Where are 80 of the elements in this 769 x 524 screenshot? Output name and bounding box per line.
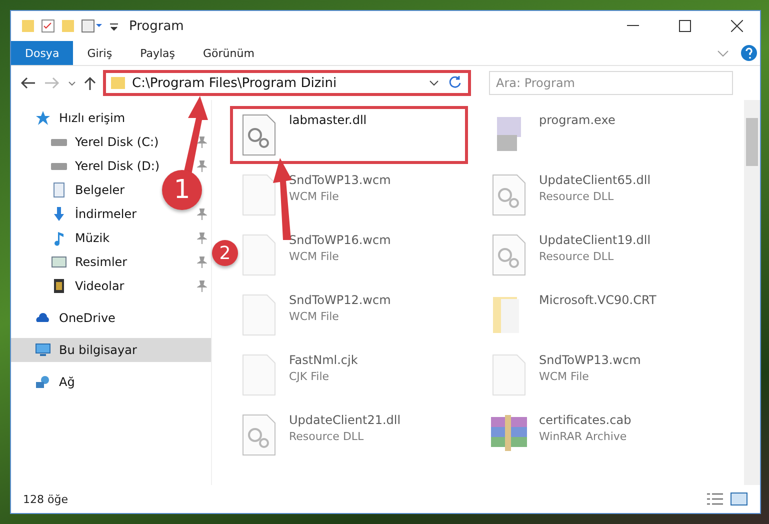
drive-icon: [51, 138, 67, 146]
thumbnail-view-icon[interactable]: [730, 492, 748, 506]
sidebar-item[interactable]: Ağ: [11, 370, 81, 394]
scrollbar[interactable]: [744, 100, 760, 485]
sidebar-label: Videolar: [75, 279, 124, 293]
film-icon: [51, 278, 67, 294]
folder-icon: [21, 19, 35, 33]
ribbon-tab[interactable]: Giriş: [73, 41, 126, 65]
file-name: program.exe: [539, 113, 616, 127]
ribbon-tab[interactable]: Paylaş: [126, 41, 189, 65]
file-type: Resource DLL: [289, 430, 365, 443]
search-field[interactable]: Ara: Program: [489, 71, 733, 95]
back-arrow-icon[interactable]: [19, 76, 37, 90]
pin-icon[interactable]: [197, 256, 207, 268]
window-title: Program: [129, 18, 184, 34]
file-type: WCM File: [289, 250, 340, 263]
details-view-icon[interactable]: [706, 492, 724, 506]
sidebar-item[interactable]: Müzik: [11, 226, 116, 250]
network-icon: [35, 374, 51, 390]
folder-icon: [110, 76, 126, 90]
sidebar-item[interactable]: OneDrive: [11, 306, 122, 330]
file-type: WinRAR Archive: [539, 430, 628, 443]
file-name: SndToWP13.wcm: [289, 173, 391, 187]
sidebar-label: İndirmeler: [75, 207, 137, 221]
file-name: UpdateClient19.dll: [539, 233, 651, 247]
file-name: labmaster.dll: [289, 113, 367, 127]
sidebar-label: Ağ: [59, 375, 75, 389]
ribbon-tab[interactable]: Görünüm: [189, 41, 268, 65]
file-name: SndToWP16.wcm: [289, 233, 391, 247]
sidebar-label: Müzik: [75, 231, 110, 245]
file-type: WCM File: [289, 310, 340, 323]
file-name: FastNml.cjk: [289, 353, 358, 367]
minimize-icon: [627, 25, 639, 27]
file-type: Resource DLL: [539, 190, 615, 203]
sidebar-item[interactable]: İndirmeler: [11, 202, 143, 226]
sidebar-label: Yerel Disk (D:): [75, 159, 160, 173]
file-name: certificates.cab: [539, 413, 632, 427]
sidebar-label: Hızlı erişim: [59, 111, 126, 125]
file-name: SndToWP12.wcm: [289, 293, 391, 307]
monitor-icon: [35, 342, 51, 358]
sidebar-item[interactable]: Bu bilgisayar: [11, 338, 211, 362]
pin-icon[interactable]: [197, 280, 207, 292]
sidebar-item[interactable]: Belgeler: [11, 178, 131, 202]
sidebar-item[interactable]: Yerel Disk (C:): [11, 130, 165, 154]
document-icon: [51, 182, 67, 198]
close-icon: [731, 20, 743, 32]
file-type: WCM File: [539, 370, 590, 383]
up-arrow-icon[interactable]: [83, 75, 97, 91]
checklist-icon[interactable]: [41, 19, 55, 33]
ribbon-tab[interactable]: Dosya: [11, 41, 74, 65]
scroll-thumb[interactable]: [746, 118, 758, 166]
address-bar[interactable]: C:\Program Files\Program Dizini: [103, 70, 471, 96]
sidebar-item[interactable]: Resimler: [11, 250, 134, 274]
file-type: CJK File: [289, 370, 330, 383]
item-count: 128 öğe: [23, 492, 68, 506]
file-name: UpdateClient65.dll: [539, 173, 651, 187]
file-name: UpdateClient21.dll: [289, 413, 401, 427]
file-name: SndToWP13.wcm: [539, 353, 641, 367]
sidebar-label: OneDrive: [59, 311, 116, 325]
sidebar-label: Belgeler: [75, 183, 125, 197]
drive-icon: [51, 162, 67, 170]
sidebar-item[interactable]: Hızlı erişim: [11, 106, 132, 130]
sidebar-label: Resimler: [75, 255, 128, 269]
star-icon: [35, 110, 51, 126]
down-arrow-icon: [51, 206, 67, 222]
properties-icon[interactable]: [81, 19, 103, 33]
sidebar-item[interactable]: Videolar: [11, 274, 130, 298]
sidebar-label: Yerel Disk (C:): [75, 135, 159, 149]
file-type: Resource DLL: [539, 250, 615, 263]
file-type: WCM File: [289, 190, 340, 203]
highlighted-file-item[interactable]: labmaster.dll: [230, 106, 468, 164]
file-name: Microsoft.VC90.CRT: [539, 293, 656, 307]
maximize-icon: [679, 20, 691, 32]
sidebar-label: Bu bilgisayar: [59, 343, 137, 357]
address-path: C:\Program Files\Program Dizini: [132, 76, 338, 90]
pin-icon[interactable]: [197, 232, 207, 244]
picture-icon: [51, 254, 67, 270]
pin-icon[interactable]: [197, 136, 207, 148]
pin-icon[interactable]: [197, 208, 207, 220]
pin-icon[interactable]: [197, 160, 207, 172]
